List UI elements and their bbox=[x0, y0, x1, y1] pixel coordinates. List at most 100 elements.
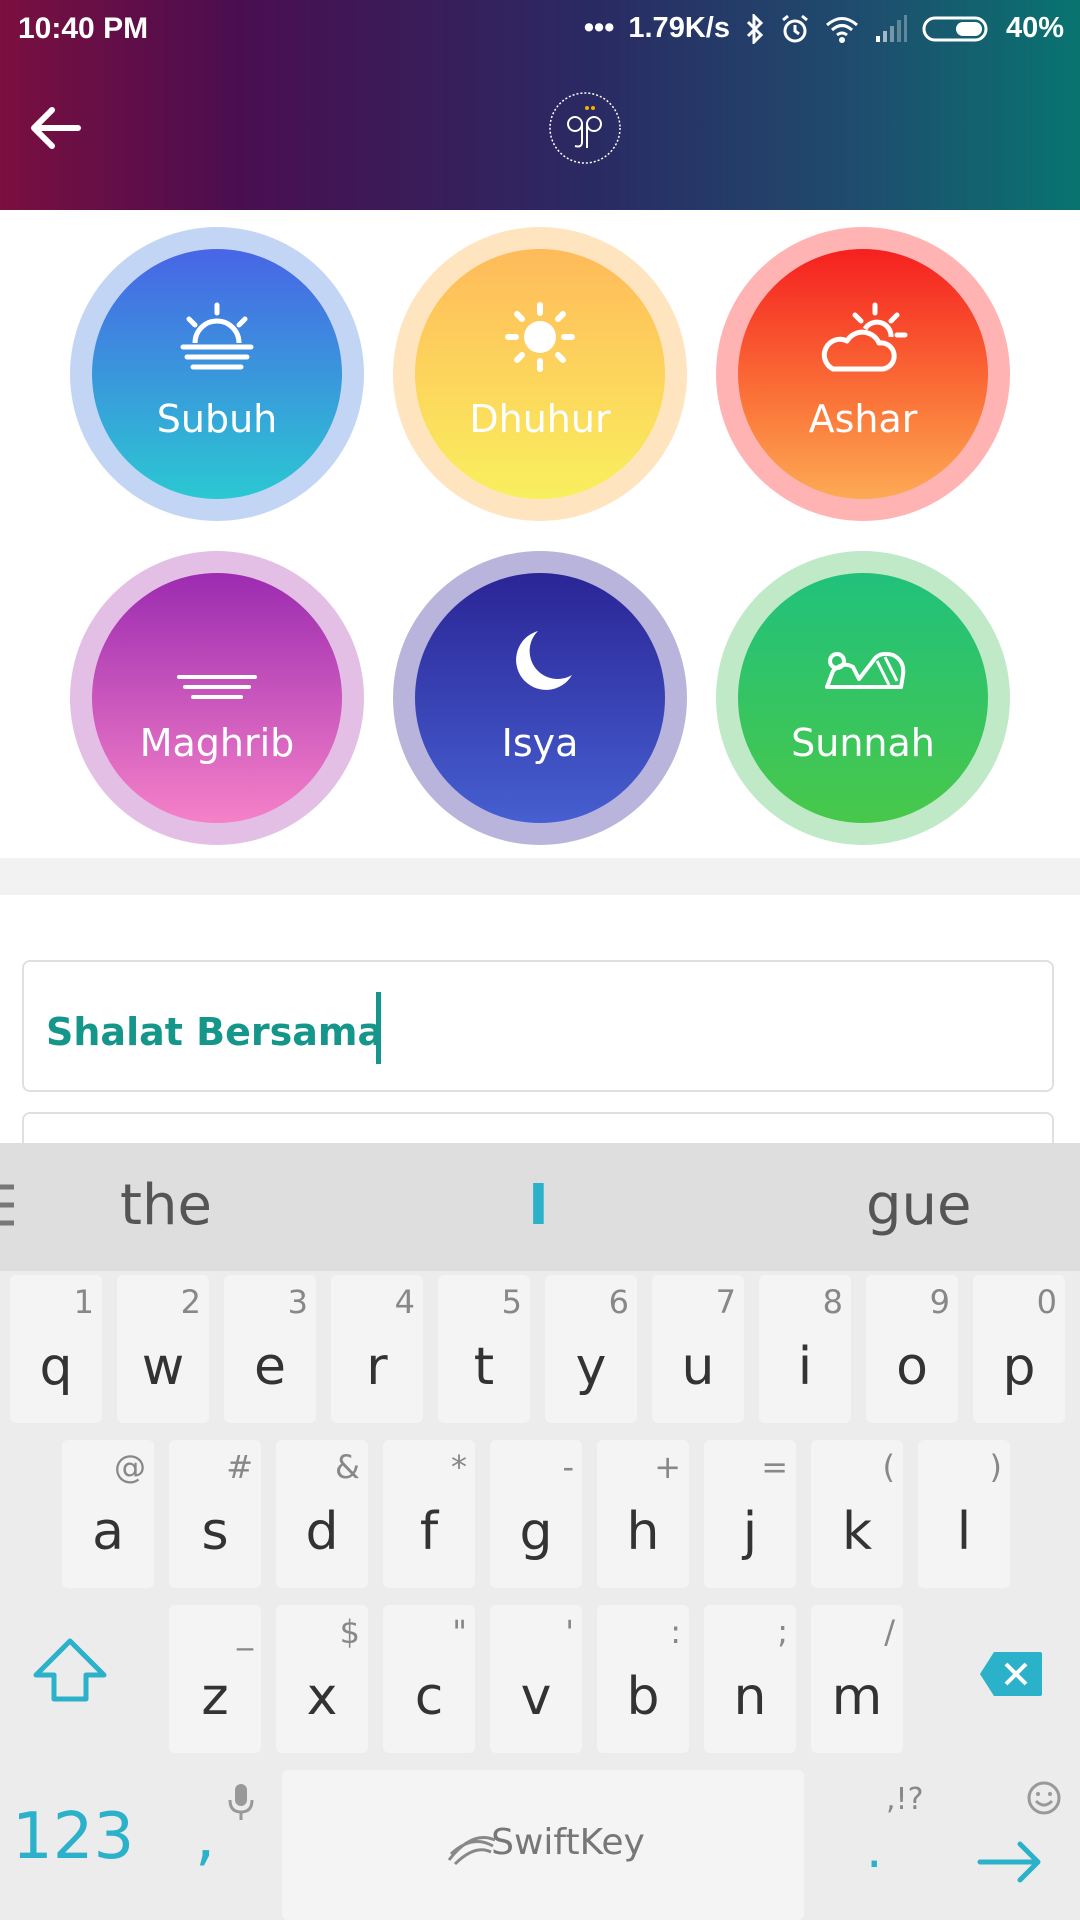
key-u[interactable]: 7u bbox=[652, 1275, 744, 1423]
period-key-hint: ,!? bbox=[886, 1782, 924, 1817]
prayer-label: Dhuhur bbox=[469, 397, 611, 441]
network-speed: 1.79K/s bbox=[628, 12, 730, 44]
key-hint: - bbox=[562, 1448, 574, 1486]
key-q[interactable]: 1q bbox=[10, 1275, 102, 1423]
key-hint: ) bbox=[989, 1448, 1002, 1486]
moonset-icon bbox=[177, 627, 257, 699]
key-letter: o bbox=[896, 1337, 928, 1397]
prayer-label: Ashar bbox=[808, 397, 918, 441]
sunrise-icon bbox=[180, 302, 254, 370]
key-t[interactable]: 5t bbox=[438, 1275, 530, 1423]
prostration-icon bbox=[825, 651, 906, 689]
key-hint: 2 bbox=[180, 1283, 201, 1321]
key-letter: t bbox=[473, 1337, 495, 1397]
key-z[interactable]: _ z bbox=[169, 1605, 261, 1753]
key-hint: : bbox=[670, 1613, 681, 1651]
key-b[interactable]: :b bbox=[597, 1605, 689, 1753]
prayer-isya[interactable]: Isya bbox=[393, 551, 687, 845]
key-letter: s bbox=[201, 1502, 229, 1562]
key-hint: & bbox=[335, 1448, 360, 1486]
key-letter: f bbox=[419, 1502, 439, 1562]
key-r[interactable]: 4r bbox=[331, 1275, 423, 1423]
key-letter: i bbox=[797, 1337, 813, 1397]
key-l[interactable]: ) l bbox=[918, 1440, 1010, 1588]
key-letter: k bbox=[841, 1502, 873, 1562]
key-letter: n bbox=[733, 1667, 767, 1727]
prayer-dhuhur-circle: Dhuhur bbox=[415, 249, 665, 499]
prayer-dhuhur[interactable]: Dhuhur bbox=[393, 227, 687, 521]
key-letter: y bbox=[575, 1337, 607, 1397]
space-bar-brand: SwiftKey bbox=[491, 1822, 645, 1863]
key-v[interactable]: ' v bbox=[490, 1605, 582, 1753]
battery-percent: 40% bbox=[1005, 12, 1064, 44]
key-c[interactable]: " c bbox=[383, 1605, 475, 1753]
key-hint: ; bbox=[777, 1613, 788, 1651]
battery-icon bbox=[922, 16, 988, 41]
key-hint: @ bbox=[114, 1448, 146, 1486]
key-o[interactable]: 9o bbox=[866, 1275, 958, 1423]
key-letter: q bbox=[39, 1337, 73, 1397]
prayer-maghrib[interactable]: Maghrib bbox=[70, 551, 364, 845]
enter-arrow-icon[interactable] bbox=[976, 1840, 1044, 1884]
key-m[interactable]: / m bbox=[811, 1605, 903, 1753]
key-letter: d bbox=[305, 1502, 339, 1562]
key-f[interactable]: * f bbox=[383, 1440, 475, 1588]
status-time: 10:40 PM bbox=[18, 12, 149, 45]
key-y[interactable]: 6y bbox=[545, 1275, 637, 1423]
period-key[interactable]: . bbox=[866, 1820, 883, 1880]
prayer-label: Isya bbox=[501, 721, 579, 765]
key-x[interactable]: $ x bbox=[276, 1605, 368, 1753]
space-bar[interactable]: SwiftKey bbox=[282, 1770, 804, 1920]
suggestion-right[interactable]: gue bbox=[866, 1173, 972, 1238]
key-s[interactable]: # s bbox=[169, 1440, 261, 1588]
wifi-icon bbox=[825, 16, 858, 43]
prayer-label: Maghrib bbox=[139, 721, 295, 765]
key-i[interactable]: 8i bbox=[759, 1275, 851, 1423]
key-g[interactable]: -g bbox=[490, 1440, 582, 1588]
key-d[interactable]: & d bbox=[276, 1440, 368, 1588]
backspace-icon[interactable] bbox=[978, 1650, 1044, 1698]
key-j[interactable]: = j bbox=[704, 1440, 796, 1588]
key-letter: e bbox=[254, 1337, 286, 1397]
key-hint: " bbox=[452, 1613, 467, 1651]
suggestion-center[interactable]: I bbox=[528, 1173, 549, 1238]
key-a[interactable]: @ a bbox=[62, 1440, 154, 1588]
key-letter: r bbox=[366, 1337, 388, 1397]
key-hint: 3 bbox=[287, 1283, 308, 1321]
shalat-bersama-input[interactable]: Shalat Bersama bbox=[22, 960, 1054, 1092]
text-cursor bbox=[376, 992, 381, 1064]
key-w[interactable]: 2w bbox=[117, 1275, 209, 1423]
key-hint: 5 bbox=[501, 1283, 522, 1321]
key-letter: m bbox=[831, 1667, 883, 1727]
key-hint: ' bbox=[565, 1613, 574, 1651]
key-letter: v bbox=[520, 1667, 552, 1727]
prayer-subuh[interactable]: Subuh bbox=[70, 227, 364, 521]
key-letter: z bbox=[201, 1667, 229, 1727]
key-hint: 1 bbox=[73, 1283, 94, 1321]
key-letter: p bbox=[1002, 1337, 1036, 1397]
emoji-icon[interactable] bbox=[1026, 1780, 1062, 1816]
suggestion-left[interactable]: the bbox=[120, 1173, 212, 1238]
key-hint: / bbox=[884, 1613, 895, 1651]
key-h[interactable]: + h bbox=[597, 1440, 689, 1588]
key-hint: 9 bbox=[929, 1283, 950, 1321]
key-n[interactable]: ; n bbox=[704, 1605, 796, 1753]
menu-icon[interactable] bbox=[0, 1183, 18, 1227]
prayer-sunnah[interactable]: Sunnah bbox=[716, 551, 1010, 845]
key-letter: l bbox=[956, 1502, 972, 1562]
key-hint: 4 bbox=[394, 1283, 415, 1321]
key-e[interactable]: 3e bbox=[224, 1275, 316, 1423]
alarm-icon bbox=[782, 14, 808, 42]
key-hint: 6 bbox=[608, 1283, 629, 1321]
key-k[interactable]: (k bbox=[811, 1440, 903, 1588]
microphone-icon[interactable] bbox=[226, 1782, 256, 1822]
moon-icon bbox=[516, 631, 572, 690]
prayer-ashar[interactable]: Ashar bbox=[716, 227, 1010, 521]
numbers-key[interactable]: 123 bbox=[12, 1800, 134, 1874]
key-p[interactable]: 0p bbox=[973, 1275, 1065, 1423]
prayer-label: Sunnah bbox=[791, 721, 935, 765]
back-arrow-icon[interactable] bbox=[28, 100, 84, 156]
shift-icon[interactable] bbox=[30, 1635, 110, 1705]
key-letter: a bbox=[92, 1502, 124, 1562]
comma-key[interactable]: , bbox=[195, 1800, 215, 1874]
